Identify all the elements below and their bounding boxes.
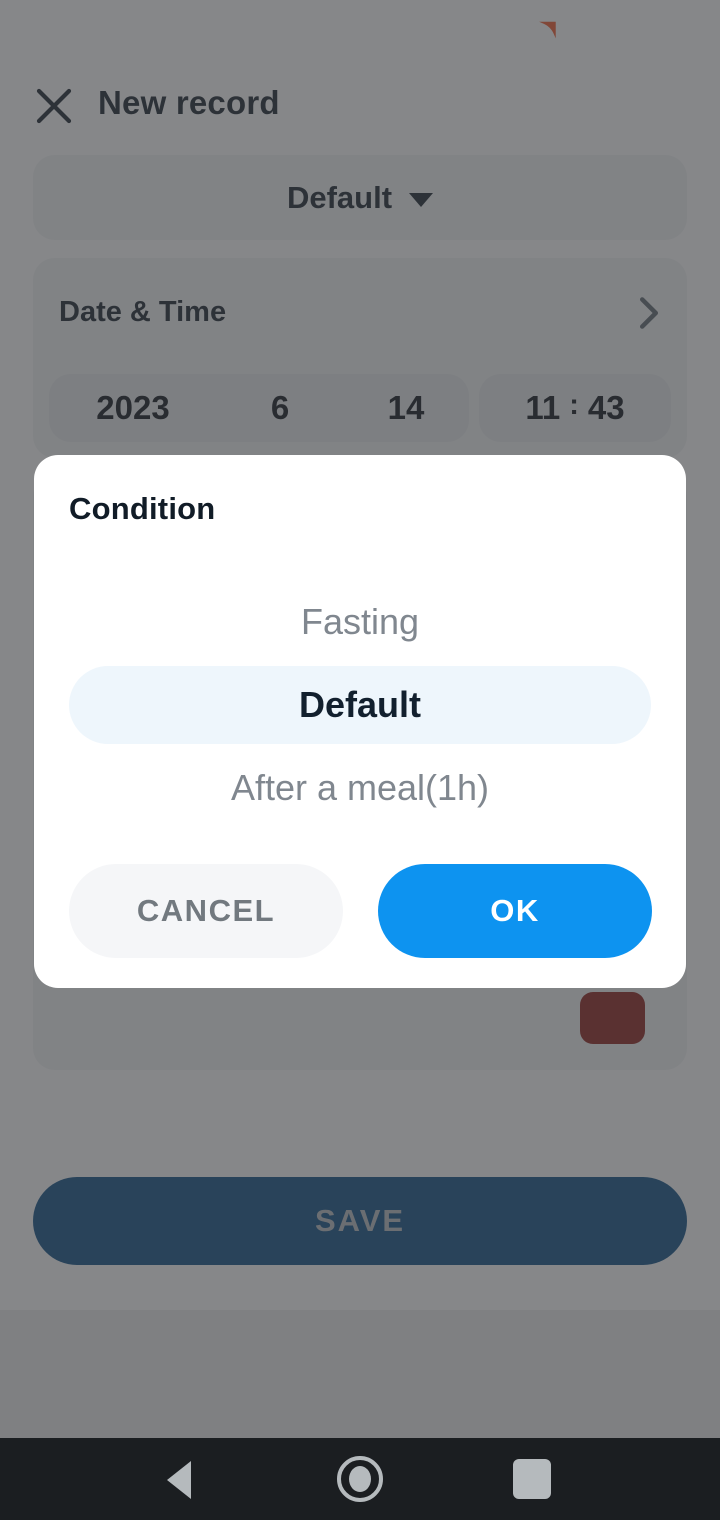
ok-button-label: OK — [490, 893, 540, 928]
home-icon[interactable] — [337, 1456, 383, 1502]
condition-option-list[interactable]: Fasting Default After a meal(1h) — [34, 583, 686, 827]
back-icon[interactable] — [167, 1461, 191, 1499]
condition-option-fasting[interactable]: Fasting — [69, 583, 651, 661]
recents-icon[interactable] — [513, 1459, 551, 1499]
phone-screen: 11:43 — [0, 0, 720, 1520]
condition-option-default[interactable]: Default — [69, 666, 651, 744]
condition-option-after-a-meal[interactable]: After a meal(1h) — [69, 749, 651, 827]
condition-dialog: Condition Fasting Default After a meal(1… — [34, 455, 686, 988]
system-nav-bar — [0, 1438, 720, 1520]
cancel-button-label: CANCEL — [136, 893, 276, 928]
cancel-button[interactable]: CANCEL — [69, 864, 343, 958]
condition-option-label: After a meal(1h) — [230, 767, 490, 808]
condition-option-label: Default — [298, 684, 421, 725]
dialog-title: Condition — [69, 491, 216, 526]
dialog-actions: CANCEL OK — [69, 864, 652, 958]
condition-option-label: Fasting — [300, 601, 420, 642]
ok-button[interactable]: OK — [378, 864, 652, 958]
